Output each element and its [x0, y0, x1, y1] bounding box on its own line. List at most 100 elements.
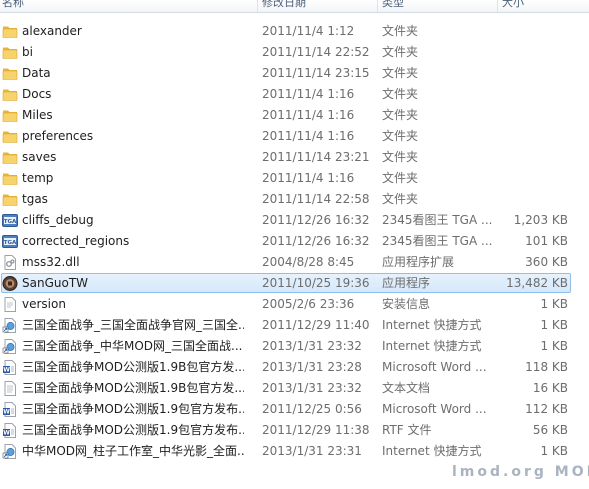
file-row[interactable]: TGA corrected_regions 2011/12/26 16:32 2345…	[0, 231, 589, 252]
file-size: 1,203 KB	[513, 213, 568, 227]
file-row[interactable]: W 三国全面战争MOD公测版1.9B包官方发... 2013/1/31 23:28 M…	[0, 357, 589, 378]
column-header-type[interactable]: 类型	[382, 0, 404, 11]
column-divider[interactable]	[257, 0, 258, 12]
file-type: 应用程序扩展	[382, 255, 455, 269]
file-name[interactable]: alexander	[22, 21, 244, 42]
file-size: 118 KB	[525, 360, 568, 374]
watermark-logo: lmod.org MOD	[452, 464, 589, 480]
file-row[interactable]: saves 2011/11/14 23:21 文件夹	[0, 147, 589, 168]
file-type: 文件夹	[382, 150, 419, 164]
file-name[interactable]: Docs	[22, 84, 244, 105]
file-size: 101 KB	[525, 234, 568, 248]
file-date: 2013/1/31 23:32	[262, 339, 362, 353]
file-row[interactable]: 三国全面战争MOD公测版1.9B包官方发... 2013/1/31 23:32 文本…	[0, 378, 589, 399]
file-type: 安装信息	[382, 297, 431, 311]
file-row[interactable]: Miles 2011/11/4 1:16 文件夹	[0, 105, 589, 126]
file-name[interactable]: SanGuoTW	[22, 273, 244, 294]
folder-icon	[2, 171, 18, 186]
column-header-bar: 名称 修改日期 类型 大小	[0, 0, 589, 13]
file-type: Internet 快捷方式	[382, 339, 482, 353]
file-date: 2011/11/4 1:12	[262, 24, 355, 38]
svg-text:TGA: TGA	[4, 219, 17, 225]
file-row[interactable]: alexander 2011/11/4 1:12 文件夹	[0, 21, 589, 42]
file-size: 16 KB	[532, 381, 568, 395]
file-name[interactable]: 三国全面战争MOD公测版1.9包官方发布...	[22, 420, 244, 441]
file-type: 2345看图王 TGA ...	[382, 213, 493, 227]
file-size: 1 KB	[540, 318, 568, 332]
file-size: 1 KB	[540, 444, 568, 458]
word-document-icon: W	[2, 423, 18, 438]
file-date: 2011/11/4 1:16	[262, 171, 355, 185]
file-row[interactable]: preferences 2011/11/4 1:16 文件夹	[0, 126, 589, 147]
file-name[interactable]: 三国全面战争_中华MOD网_三国全面战...	[22, 336, 244, 357]
tga-image-icon: TGA	[2, 213, 18, 228]
file-date: 2011/12/29 11:40	[262, 318, 370, 332]
file-type: 文件夹	[382, 108, 419, 122]
file-name[interactable]: saves	[22, 147, 244, 168]
file-row[interactable]: mss32.dll 2004/8/28 8:45 应用程序扩展 360 KB	[0, 252, 589, 273]
folder-icon	[2, 66, 18, 81]
file-row[interactable]: temp 2011/11/4 1:16 文件夹	[0, 168, 589, 189]
file-name[interactable]: corrected_regions	[22, 231, 244, 252]
svg-text:W: W	[3, 367, 10, 374]
tga-image-icon: TGA	[2, 234, 18, 249]
file-name[interactable]: 三国全面战争MOD公测版1.9B包官方发...	[22, 357, 244, 378]
file-name[interactable]: mss32.dll	[22, 252, 244, 273]
file-type: Internet 快捷方式	[382, 444, 482, 458]
file-date: 2005/2/6 23:36	[262, 297, 355, 311]
file-type: Microsoft Word ...	[382, 360, 487, 374]
word-document-icon: W	[2, 360, 18, 375]
file-row[interactable]: TGA cliffs_debug 2011/12/26 16:32 2345看图王 T…	[0, 210, 589, 231]
file-row[interactable]: SanGuoTW 2011/10/25 19:36 应用程序 13,482 KB	[0, 273, 589, 294]
file-row[interactable]: 三国全面战争_中华MOD网_三国全面战... 2013/1/31 23:32 Int…	[0, 336, 589, 357]
file-row[interactable]: Docs 2011/11/4 1:16 文件夹	[0, 84, 589, 105]
file-name[interactable]: temp	[22, 168, 244, 189]
folder-icon	[2, 150, 18, 165]
file-date: 2011/11/4 1:16	[262, 108, 355, 122]
file-name[interactable]: 中华MOD网_柱子工作室_中华光影_全面...	[22, 441, 244, 462]
file-date: 2011/11/14 23:21	[262, 150, 370, 164]
file-type: 文件夹	[382, 129, 419, 143]
file-type: 文件夹	[382, 66, 419, 80]
file-name[interactable]: Data	[22, 63, 244, 84]
file-name[interactable]: 三国全面战争MOD公测版1.9B包官方发...	[22, 378, 244, 399]
column-header-name[interactable]: 名称	[2, 0, 24, 11]
file-name[interactable]: preferences	[22, 126, 244, 147]
file-name[interactable]: bi	[22, 42, 244, 63]
file-name[interactable]: Miles	[22, 105, 244, 126]
file-name[interactable]: 三国全面战争_三国全面战争官网_三国全...	[22, 315, 244, 336]
file-name[interactable]: tgas	[22, 189, 244, 210]
file-row[interactable]: 三国全面战争_三国全面战争官网_三国全... 2011/12/29 11:40 In…	[0, 315, 589, 336]
file-row[interactable]: version 2005/2/6 23:36 安装信息 1 KB	[0, 294, 589, 315]
file-row[interactable]: 中华MOD网_柱子工作室_中华光影_全面... 2013/1/31 23:31 In…	[0, 441, 589, 462]
file-size: 13,482 KB	[506, 276, 568, 290]
column-header-date[interactable]: 修改日期	[262, 0, 306, 11]
folder-icon	[2, 192, 18, 207]
file-date: 2011/11/4 1:16	[262, 129, 355, 143]
text-document-icon	[2, 381, 18, 396]
file-size: 112 KB	[525, 402, 568, 416]
file-date: 2011/11/14 22:52	[262, 45, 370, 59]
vertical-scrollbar[interactable]	[577, 12, 589, 489]
dll-icon	[2, 255, 18, 270]
file-name[interactable]: 三国全面战争MOD公测版1.9包官方发布...	[22, 399, 244, 420]
file-row[interactable]: Data 2011/11/14 23:15 文件夹	[0, 63, 589, 84]
file-name[interactable]: cliffs_debug	[22, 210, 244, 231]
setup-info-icon	[2, 297, 18, 312]
file-row[interactable]: bi 2011/11/14 22:52 文件夹	[0, 42, 589, 63]
column-divider[interactable]	[377, 0, 378, 12]
file-row[interactable]: W 三国全面战争MOD公测版1.9包官方发布... 2011/12/29 11:38…	[0, 420, 589, 441]
file-size: 360 KB	[525, 255, 568, 269]
file-date: 2011/12/29 11:38	[262, 423, 370, 437]
file-date: 2011/11/14 22:58	[262, 192, 370, 206]
file-type: RTF 文件	[382, 423, 432, 437]
word-document-icon: W	[2, 402, 18, 417]
file-type: 2345看图王 TGA ...	[382, 234, 493, 248]
file-row[interactable]: W 三国全面战争MOD公测版1.9包官方发布... 2011/12/25 0:56 M…	[0, 399, 589, 420]
file-date: 2004/8/28 8:45	[262, 255, 355, 269]
file-name[interactable]: version	[22, 294, 244, 315]
file-type: Microsoft Word ...	[382, 402, 487, 416]
file-row[interactable]: tgas 2011/11/14 22:58 文件夹	[0, 189, 589, 210]
column-header-size[interactable]: 大小	[502, 0, 524, 11]
column-divider[interactable]	[497, 0, 498, 12]
